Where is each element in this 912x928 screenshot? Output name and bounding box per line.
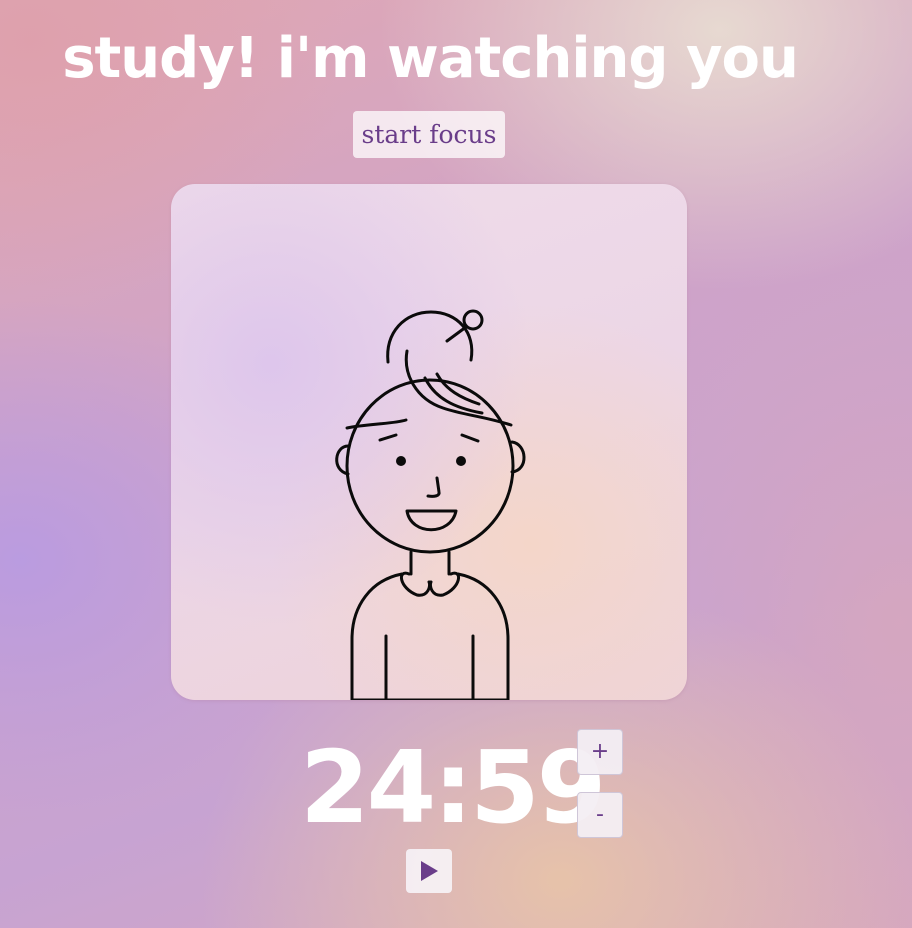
page-title: study! i'm watching you (62, 26, 799, 91)
character-panel (171, 184, 687, 700)
girl-character-icon (335, 309, 526, 700)
start-focus-button[interactable]: start focus (353, 111, 505, 158)
increase-time-button[interactable]: + (577, 729, 623, 775)
play-button[interactable] (406, 849, 452, 893)
countdown-timer: 24:59 (300, 729, 606, 846)
decrease-time-button[interactable]: - (577, 792, 623, 838)
play-icon (421, 861, 438, 881)
